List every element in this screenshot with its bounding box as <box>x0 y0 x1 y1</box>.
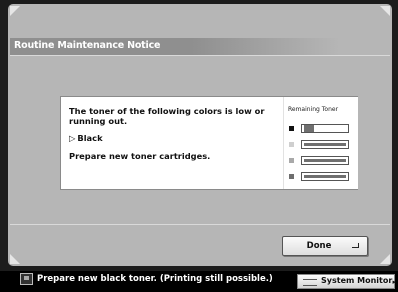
toner-row-4 <box>288 172 352 181</box>
toner-warning-icon <box>20 273 33 285</box>
status-bar: Prepare new black toner. (Printing still… <box>0 271 398 292</box>
corner-mark-top-right <box>380 6 390 16</box>
system-monitor-label: System Monitor <box>321 276 393 285</box>
toner-level-fill-4 <box>304 175 346 178</box>
done-button-label: Done <box>306 241 332 251</box>
toner-row-2 <box>288 140 352 149</box>
toner-level-bar-4 <box>301 172 349 181</box>
toner-level-bar-2 <box>301 140 349 149</box>
message-box: The toner of the following colors is low… <box>60 96 358 190</box>
status-message: Prepare new black toner. (Printing still… <box>37 274 273 284</box>
color-item-label: Black <box>77 133 103 143</box>
remaining-toner-panel: Remaining Toner <box>283 97 358 189</box>
toner-level-fill-1 <box>304 125 314 132</box>
system-monitor-icon <box>303 279 317 286</box>
corner-mark-bottom-left <box>10 254 20 264</box>
toner-level-bar-1 <box>301 124 349 133</box>
remaining-toner-title: Remaining Toner <box>288 106 339 113</box>
dialog-title-bar: Routine Maintenance Notice <box>10 38 340 55</box>
system-monitor-button[interactable]: System Monitor ▸ <box>297 274 396 289</box>
triangle-icon: ▷ <box>69 133 76 143</box>
corner-mark-top-left <box>10 6 20 16</box>
toner-level-fill-2 <box>304 143 346 146</box>
title-divider <box>10 55 390 56</box>
toner-level-bar-3 <box>301 156 349 165</box>
toner-swatch-4 <box>289 174 294 179</box>
screen: Routine Maintenance Notice The toner of … <box>0 0 398 292</box>
toner-level-fill-3 <box>304 159 346 162</box>
toner-swatch-2 <box>289 142 294 147</box>
dialog-title: Routine Maintenance Notice <box>14 40 161 51</box>
corner-mark-bottom-right <box>380 254 390 264</box>
instruction-text: Prepare new toner cartridges. <box>69 151 211 161</box>
toner-swatch-1 <box>289 126 294 131</box>
arrow-right-icon: ▸ <box>392 278 396 286</box>
toner-row-1 <box>288 124 352 133</box>
footer-divider <box>10 224 390 225</box>
toner-row-3 <box>288 156 352 165</box>
enter-icon <box>352 243 359 248</box>
main-panel: Routine Maintenance Notice The toner of … <box>8 4 392 266</box>
message-text: The toner of the following colors is low… <box>69 106 265 126</box>
toner-swatch-3 <box>289 158 294 163</box>
color-item: ▷ Black <box>69 133 103 143</box>
done-button[interactable]: Done <box>282 236 368 256</box>
